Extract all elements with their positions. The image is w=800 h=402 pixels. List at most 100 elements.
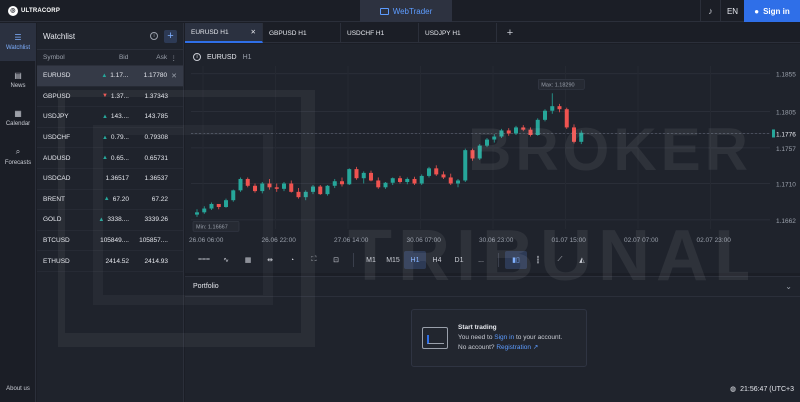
row-bid: 105849.... [100,237,129,245]
about-us-link[interactable]: About us [0,386,36,392]
row-symbol: EURUSD [43,72,71,80]
timeframe-d1[interactable]: D1 [448,251,470,269]
screenshot-icon[interactable]: ⊡ [325,251,347,269]
watchlist-row[interactable]: BRENT ▲ 67.20 67.22 [37,190,183,211]
sound-icon[interactable]: ♪ [700,0,720,22]
price-tick-label: 1.1805 [776,109,796,116]
time-tick-label: 26.06 22:00 [262,237,297,244]
tab-eurusd[interactable]: EURUSD H1 ✕ [185,23,263,43]
registration-link[interactable]: Registration [496,344,531,351]
bars-icon[interactable]: ┇ [527,251,549,269]
time-tick-label: 30.06 07:00 [407,237,442,244]
candle-body [398,178,402,182]
watchlist-row[interactable]: GOLD ▲ 3338.... 3339.26 [37,210,183,231]
watchlist-row[interactable]: GBPUSD ▼ 1.37... 1.37343 [37,87,183,108]
area-chart-icon[interactable]: ◭ [571,251,593,269]
sign-in-button[interactable]: ● Sign in [744,0,800,22]
logo-icon: ◎ [8,6,18,16]
candle-body [354,169,359,179]
webtrader-button[interactable]: WebTrader [360,0,452,22]
column-ask: Ask [156,54,168,61]
candle-body [216,203,221,208]
price-tick-label: 1.1855 [776,72,796,79]
timeframe-h4[interactable]: H4 [426,251,448,269]
candle-body [274,187,279,189]
timeframe-m15[interactable]: M15 [382,251,404,269]
nav-item-calendar[interactable]: ▦ Calendar [0,99,36,137]
watchlist-row[interactable]: USDCHF ▲ 0.79... 0.79308 [37,128,183,149]
watchlist-row[interactable]: AUDUSD ▲ 0.65... 0.65731 [37,148,183,169]
top-bar: ◎ ULTRACORP WebTrader ♪ EN ● Sign in [0,0,800,22]
info-icon[interactable]: i [150,32,158,40]
server-time: 21:56:47 (UTC+3 [740,385,794,393]
line-chart-icon[interactable]: ⟋ [549,251,571,269]
timeframe-m1[interactable]: M1 [360,251,382,269]
registration-line: No account? Registration ↗ [458,343,562,353]
candle-body [412,178,417,184]
candle-body [282,183,286,189]
up-arrow-icon: ▲ [101,155,108,162]
list-icon: ☰ [14,33,22,42]
no-account-text: No account? [458,344,495,351]
chevron-down-icon[interactable]: ⌄ [785,282,792,291]
drawing-icon[interactable]: ∿ [215,251,237,269]
candle-body [202,208,207,213]
sign-in-link[interactable]: Sign in [494,334,514,341]
card-title: Start trading [458,324,497,331]
candle-body [441,174,446,178]
top-right-actions: ♪ EN ● Sign in [700,0,800,22]
tab-gbpusd[interactable]: GBPUSD H1 [263,23,341,43]
language-selector[interactable]: EN [720,0,744,22]
chart-toolbar: ⩶ ∿ ▦ ⇹ ◔ ⛶ ⊡ M1 M15 H1 H4 D1 ... ▮▯ ┇ ⟋… [185,248,615,272]
tab-usdjpy[interactable]: USDJPY H1 [419,23,497,43]
chart-area[interactable]: i EURUSD H1 1.1855 1.1805 1.1776 1.1757 1.17… [185,44,800,273]
candle-body [564,109,569,128]
row-bid: ▲ 3338.... [98,216,129,224]
candle-body [369,172,373,181]
candle-body [224,200,228,208]
time-tick-label: 30.06 23:00 [479,237,514,244]
indicators-icon[interactable]: ⩶ [193,251,215,269]
logo[interactable]: ◎ ULTRACORP [8,6,60,16]
more-timeframes-button[interactable]: ... [470,251,492,269]
signin-line: You need to Sign in to your account. [458,333,562,343]
candle-body [477,145,482,159]
candle-body [572,127,576,142]
watchlist-header: Watchlist i + [37,23,183,50]
calendar-icon[interactable]: ▦ [237,251,259,269]
external-link-icon: ↗ [532,344,539,351]
watchlist-row[interactable]: USDCAD 1.36517 1.36537 [37,169,183,190]
nav-item-news[interactable]: ▤ News [0,61,36,99]
timeframe-h1[interactable]: H1 [404,251,426,269]
signin-text-end: to your account. [515,334,563,341]
shapes-icon[interactable]: ◔ [281,251,303,269]
up-arrow-icon: ▲ [98,216,105,223]
row-ask: 3339.26 [144,216,169,224]
close-icon[interactable]: ✕ [251,28,256,36]
candle-body [209,203,214,209]
chart-tabs: EURUSD H1 ✕ GBPUSD H1 USDCHF H1 USDJPY H… [185,23,800,43]
nav-item-forecasts[interactable]: ⌕ Forecasts [0,137,36,175]
candlestick-chart[interactable]: 1.1855 1.1805 1.1776 1.1757 1.1710 1.1662 26.0… [185,44,800,273]
row-ask: 2414.93 [144,257,169,265]
nav-item-watchlist[interactable]: ☰ Watchlist [0,23,36,61]
column-symbol: Symbol [43,54,65,61]
watchlist-row[interactable]: USDJPY ▲ 143.... 143.785 [37,107,183,128]
fullscreen-icon[interactable]: ⛶ [303,251,325,269]
tab-usdchf[interactable]: USDCHF H1 [341,23,419,43]
candles-icon[interactable]: ▮▯ [505,251,527,269]
watchlist-row[interactable]: BTCUSD 105849.... 105857.... [37,231,183,252]
candle-body [390,178,395,183]
add-symbol-button[interactable]: + [164,29,177,43]
compare-icon[interactable]: ⇹ [259,251,281,269]
candle-body [521,127,526,130]
price-tick-label: 1.1710 [776,182,796,189]
remove-icon[interactable]: ✕ [167,72,177,80]
column-bid: Bid [118,54,129,61]
add-tab-button[interactable]: + [497,23,523,43]
time-tick-label: 02.07 07:00 [624,237,659,244]
watchlist-row[interactable]: ETHUSD 2414.52 2414.93 [37,251,183,272]
watchlist-row[interactable]: EURUSD ▲ 1.17... 1.17780 ✕ [37,66,183,87]
nav-label: Watchlist [5,45,31,51]
columns-menu-icon[interactable]: ⋮ [167,54,178,62]
